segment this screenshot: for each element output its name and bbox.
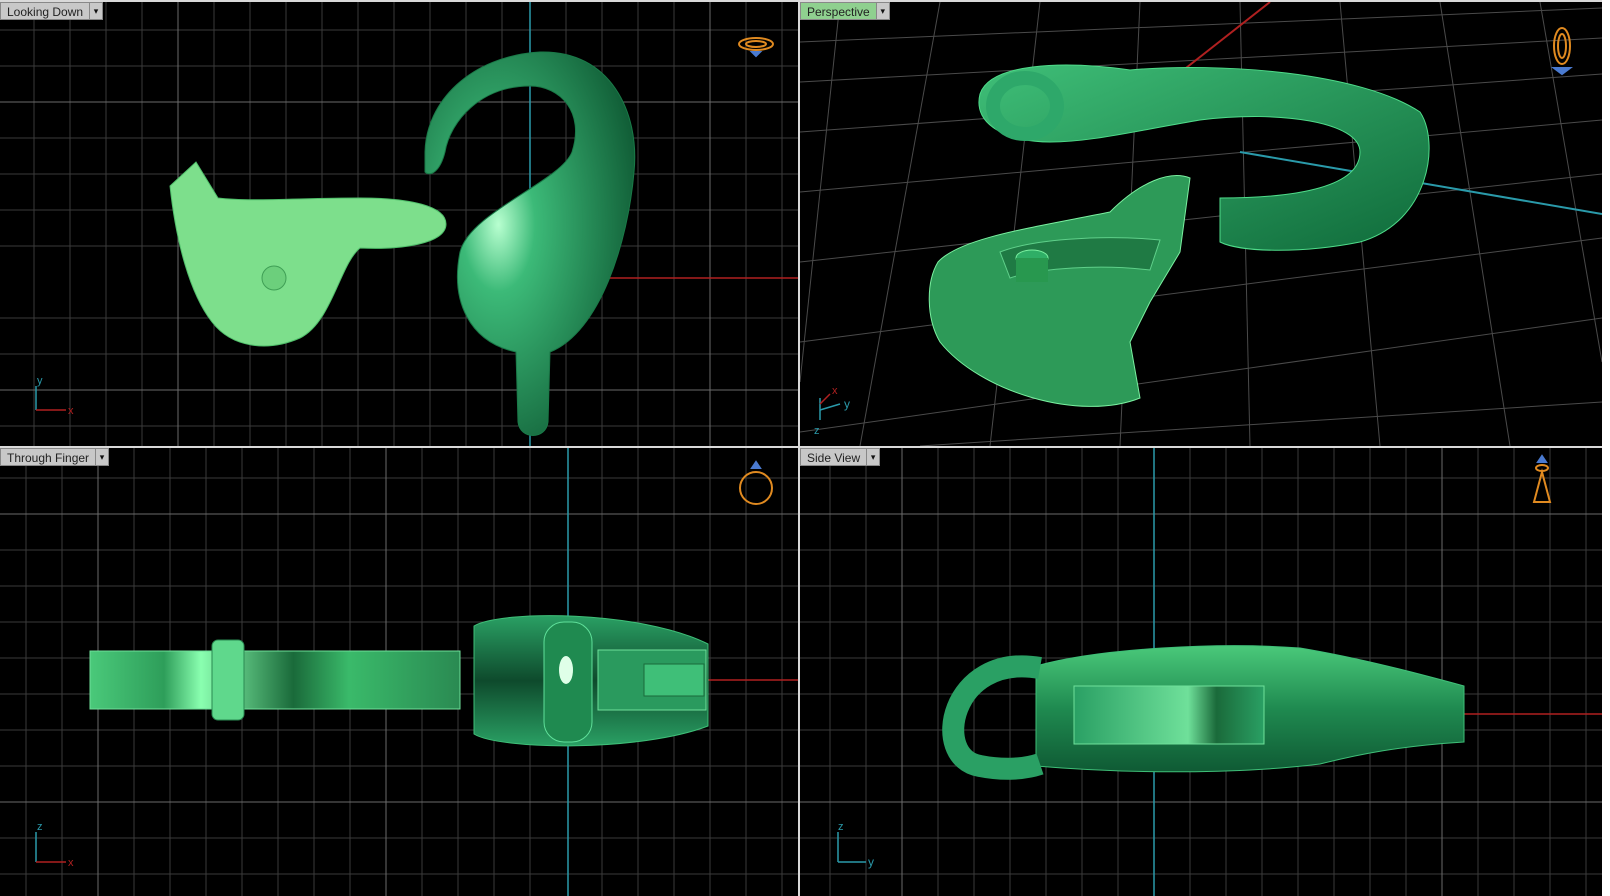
viewport-title-through-finger[interactable]: Through Finger ▾ [0, 448, 110, 466]
ring-orientation-icon[interactable] [1532, 454, 1552, 503]
axis-gizmo: x y z [814, 385, 850, 437]
viewport-side-view[interactable]: Side View ▾ z y [800, 448, 1602, 896]
axis-label-y: y [868, 855, 874, 869]
chevron-down-icon[interactable]: ▾ [876, 2, 890, 20]
viewport-title-perspective[interactable]: Perspective ▾ [800, 2, 890, 20]
axis-label-z: z [838, 821, 844, 833]
viewport-label[interactable]: Side View [800, 448, 868, 466]
looking-down-scene[interactable]: y x [0, 2, 798, 446]
axis-label-y: y [37, 375, 43, 387]
viewport-through-finger[interactable]: Through Finger ▾ z x [0, 448, 798, 896]
ring-orientation-icon[interactable] [738, 37, 774, 58]
ring-orientation-icon[interactable] [739, 460, 773, 505]
chevron-down-icon[interactable]: ▾ [90, 2, 104, 20]
chevron-down-icon[interactable]: ▾ [96, 448, 110, 466]
hook-latch [643, 663, 705, 697]
axis-label-x: x [68, 405, 74, 417]
viewport-title-side-view[interactable]: Side View ▾ [800, 448, 881, 466]
pivot-pin[interactable] [211, 639, 245, 721]
lever-part[interactable] [1073, 685, 1265, 745]
viewport-label[interactable]: Through Finger [0, 448, 97, 466]
viewport-title-looking-down[interactable]: Looking Down ▾ [0, 2, 104, 20]
viewport-label[interactable]: Perspective [800, 2, 877, 20]
axis-label-z: z [37, 821, 43, 833]
viewport-label[interactable]: Looking Down [0, 2, 91, 20]
perspective-scene[interactable]: x y z [800, 2, 1602, 446]
lever-part[interactable] [89, 650, 461, 710]
four-viewport-layout: Looking Down ▾ y x Perspective ▾ x y z T… [0, 0, 1610, 896]
hook-eyelet[interactable] [942, 655, 1044, 780]
axis-label-y: y [844, 397, 850, 411]
pivot-pin-body [1016, 258, 1048, 282]
through-finger-scene[interactable]: z x [0, 448, 798, 896]
axis-label-x: x [68, 857, 74, 869]
pivot-pin[interactable] [261, 265, 287, 291]
viewport-perspective[interactable]: Perspective ▾ x y z [800, 2, 1602, 446]
axis-gizmo: y x [35, 375, 74, 417]
hinge-highlight [559, 656, 573, 684]
viewport-looking-down[interactable]: Looking Down ▾ y x [0, 2, 798, 446]
lever-part[interactable] [928, 175, 1191, 407]
axis-label-x: x [832, 385, 838, 397]
chevron-down-icon[interactable]: ▾ [867, 448, 881, 466]
window-right-border [1602, 0, 1610, 896]
axis-gizmo: z x [35, 821, 74, 869]
ring-orientation-icon[interactable] [1551, 27, 1573, 76]
axis-gizmo: z y [837, 821, 874, 869]
side-view-scene[interactable]: z y [800, 448, 1602, 896]
axis-label-z: z [814, 425, 820, 437]
